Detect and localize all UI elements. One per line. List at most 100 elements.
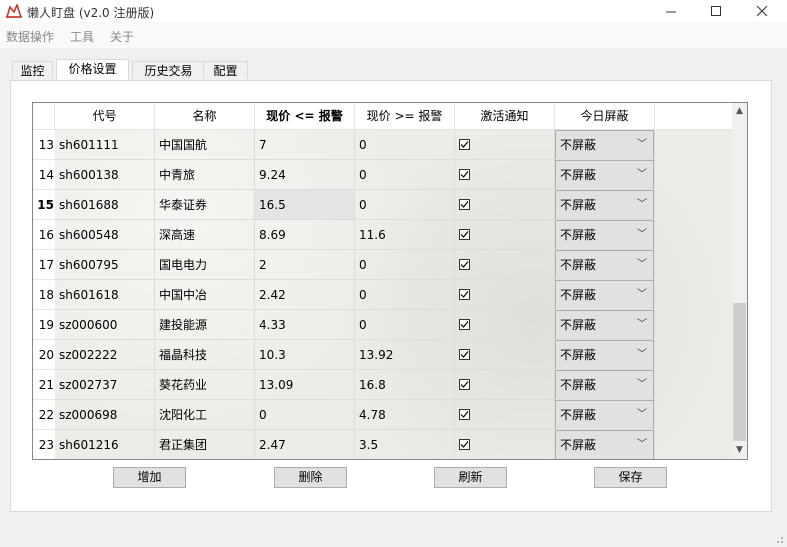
block-today-select[interactable]: 不屏蔽 ﹀	[555, 280, 654, 309]
cell-code[interactable]: sh600548	[55, 220, 155, 250]
notify-checkbox[interactable]	[459, 379, 470, 390]
notify-checkbox[interactable]	[459, 319, 470, 330]
table-row[interactable]: 22 sz000698 沈阳化工 0 4.78 不屏蔽 ﹀	[33, 400, 733, 430]
cell-code[interactable]: sh600138	[55, 160, 155, 190]
cell-code[interactable]: sz002737	[55, 370, 155, 400]
col-header-block-today[interactable]: 今日屏蔽	[555, 103, 655, 130]
cell-price-low[interactable]: 13.09	[255, 370, 355, 400]
cell-price-high[interactable]: 3.5	[355, 430, 455, 459]
cell-price-low[interactable]: 2.42	[255, 280, 355, 310]
table-row[interactable]: 13 sh601111 中国国航 7 0 不屏蔽 ﹀	[33, 130, 733, 160]
row-number[interactable]: 15	[33, 190, 55, 220]
table-row[interactable]: 21 sz002737 葵花药业 13.09 16.8 不屏蔽 ﹀	[33, 370, 733, 400]
cell-name[interactable]: 中国中冶	[155, 280, 255, 310]
menu-data-ops[interactable]: 数据操作	[6, 28, 54, 45]
cell-name[interactable]: 君正集团	[155, 430, 255, 459]
row-number[interactable]: 20	[33, 340, 55, 370]
menu-tools[interactable]: 工具	[70, 28, 94, 45]
cell-name[interactable]: 华泰证券	[155, 190, 255, 220]
notify-checkbox[interactable]	[459, 169, 470, 180]
cell-price-low[interactable]: 8.69	[255, 220, 355, 250]
row-number[interactable]: 23	[33, 430, 55, 459]
cell-price-low[interactable]: 16.5	[255, 190, 355, 220]
cell-name[interactable]: 葵花药业	[155, 370, 255, 400]
scroll-down-arrow-icon[interactable]: ▼	[732, 442, 747, 459]
table-row[interactable]: 16 sh600548 深高速 8.69 11.6 不屏蔽 ﹀	[33, 220, 733, 250]
row-number[interactable]: 13	[33, 130, 55, 160]
cell-price-high[interactable]: 13.92	[355, 340, 455, 370]
block-today-select[interactable]: 不屏蔽 ﹀	[555, 160, 654, 189]
block-today-select[interactable]: 不屏蔽 ﹀	[555, 310, 654, 339]
row-number[interactable]: 14	[33, 160, 55, 190]
cell-price-low[interactable]: 0	[255, 400, 355, 430]
cell-code[interactable]: sh601688	[55, 190, 155, 220]
row-number[interactable]: 21	[33, 370, 55, 400]
notify-checkbox[interactable]	[459, 289, 470, 300]
block-today-select[interactable]: 不屏蔽 ﹀	[555, 190, 654, 219]
table-row[interactable]: 23 sh601216 君正集团 2.47 3.5 不屏蔽 ﹀	[33, 430, 733, 459]
cell-price-low[interactable]: 2	[255, 250, 355, 280]
notify-checkbox[interactable]	[459, 199, 470, 210]
block-today-select[interactable]: 不屏蔽 ﹀	[555, 430, 654, 459]
cell-price-low[interactable]: 4.33	[255, 310, 355, 340]
add-button[interactable]: 增加	[113, 467, 186, 488]
block-today-select[interactable]: 不屏蔽 ﹀	[555, 340, 654, 369]
col-header-price-high[interactable]: 现价 >= 报警	[355, 103, 455, 130]
scroll-up-arrow-icon[interactable]: ▲	[732, 103, 747, 120]
col-header-code[interactable]: 代号	[55, 103, 155, 130]
cell-price-low[interactable]: 7	[255, 130, 355, 160]
delete-button[interactable]: 删除	[274, 467, 347, 488]
table-row[interactable]: 15 sh601688 华泰证券 16.5 0 不屏蔽 ﹀	[33, 190, 733, 220]
row-number[interactable]: 17	[33, 250, 55, 280]
cell-name[interactable]: 国电电力	[155, 250, 255, 280]
notify-checkbox[interactable]	[459, 139, 470, 150]
cell-price-high[interactable]: 11.6	[355, 220, 455, 250]
cell-price-high[interactable]: 0	[355, 130, 455, 160]
block-today-select[interactable]: 不屏蔽 ﹀	[555, 130, 654, 159]
table-row[interactable]: 17 sh600795 国电电力 2 0 不屏蔽 ﹀	[33, 250, 733, 280]
cell-code[interactable]: sh601618	[55, 280, 155, 310]
tab-history[interactable]: 历史交易	[132, 61, 205, 79]
cell-price-high[interactable]: 0	[355, 250, 455, 280]
refresh-button[interactable]: 刷新	[434, 467, 507, 488]
cell-price-high[interactable]: 16.8	[355, 370, 455, 400]
notify-checkbox[interactable]	[459, 409, 470, 420]
notify-checkbox[interactable]	[459, 259, 470, 270]
cell-name[interactable]: 中国国航	[155, 130, 255, 160]
table-row[interactable]: 14 sh600138 中青旅 9.24 0 不屏蔽 ﹀	[33, 160, 733, 190]
cell-code[interactable]: sh601111	[55, 130, 155, 160]
cell-price-high[interactable]: 0	[355, 310, 455, 340]
cell-name[interactable]: 深高速	[155, 220, 255, 250]
block-today-select[interactable]: 不屏蔽 ﹀	[555, 400, 654, 429]
row-number[interactable]: 19	[33, 310, 55, 340]
scrollbar-thumb[interactable]	[733, 303, 746, 441]
close-button[interactable]	[739, 0, 785, 22]
cell-price-high[interactable]: 0	[355, 190, 455, 220]
col-header-name[interactable]: 名称	[155, 103, 255, 130]
cell-price-high[interactable]: 0	[355, 280, 455, 310]
tab-monitor[interactable]: 监控	[12, 61, 53, 79]
tab-config[interactable]: 配置	[203, 61, 248, 79]
notify-checkbox[interactable]	[459, 439, 470, 450]
col-header-notify[interactable]: 激活通知	[455, 103, 555, 130]
maximize-button[interactable]	[693, 0, 739, 22]
save-button[interactable]: 保存	[594, 467, 667, 488]
block-today-select[interactable]: 不屏蔽 ﹀	[555, 250, 654, 279]
cell-price-low[interactable]: 9.24	[255, 160, 355, 190]
vertical-scrollbar[interactable]: ▲ ▼	[732, 103, 747, 459]
block-today-select[interactable]: 不屏蔽 ﹀	[555, 370, 654, 399]
tab-price-settings[interactable]: 价格设置	[56, 59, 129, 80]
cell-code[interactable]: sz000600	[55, 310, 155, 340]
resize-grip-icon[interactable]	[774, 534, 784, 544]
block-today-select[interactable]: 不屏蔽 ﹀	[555, 220, 654, 249]
cell-code[interactable]: sz002222	[55, 340, 155, 370]
cell-name[interactable]: 中青旅	[155, 160, 255, 190]
cell-name[interactable]: 建投能源	[155, 310, 255, 340]
cell-code[interactable]: sh601216	[55, 430, 155, 459]
cell-code[interactable]: sh600795	[55, 250, 155, 280]
cell-price-high[interactable]: 4.78	[355, 400, 455, 430]
cell-price-low[interactable]: 10.3	[255, 340, 355, 370]
menu-about[interactable]: 关于	[110, 28, 134, 45]
cell-code[interactable]: sz000698	[55, 400, 155, 430]
cell-price-low[interactable]: 2.47	[255, 430, 355, 459]
